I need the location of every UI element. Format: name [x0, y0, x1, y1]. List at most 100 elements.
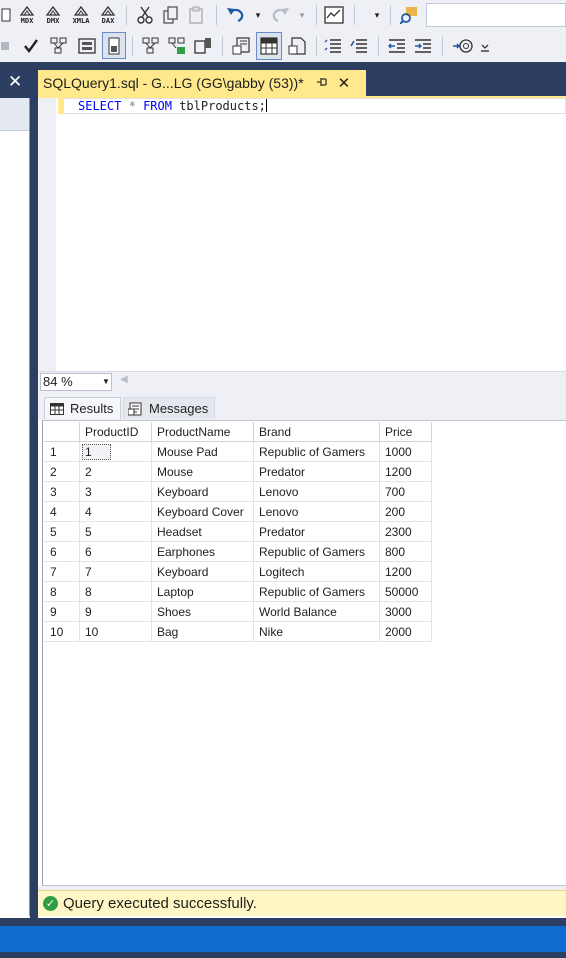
table-row[interactable]: 7 7 Keyboard Logitech 1200	[44, 561, 432, 582]
cell-price[interactable]: 2000	[379, 621, 432, 642]
cell-productname[interactable]: Headset	[151, 521, 254, 542]
row-number-cell[interactable]: 5	[44, 521, 80, 542]
query-editor[interactable]	[38, 98, 566, 371]
cell-productname[interactable]: Earphones	[151, 541, 254, 562]
cell-productname[interactable]: Keyboard	[151, 481, 254, 502]
cell-brand[interactable]: Lenovo	[253, 481, 380, 502]
cell-productid[interactable]: 9	[79, 601, 152, 622]
toolbar-overflow-icon[interactable]	[478, 40, 492, 56]
redo-icon[interactable]	[268, 4, 292, 26]
new-query-icon[interactable]	[0, 5, 12, 25]
code-line-1[interactable]: SELECT * FROM tblProducts;	[78, 98, 267, 114]
cell-brand[interactable]: Republic of Gamers	[253, 441, 380, 462]
pin-tab-icon[interactable]	[316, 76, 328, 91]
column-header-brand[interactable]: Brand	[253, 422, 380, 442]
uncomment-icon[interactable]	[348, 34, 370, 58]
table-row[interactable]: 9 9 Shoes World Balance 3000	[44, 601, 432, 622]
results-to-text-icon[interactable]	[230, 34, 252, 58]
column-header-productid[interactable]: ProductID	[79, 422, 152, 442]
cell-brand[interactable]: Republic of Gamers	[253, 581, 380, 602]
scroll-left-icon[interactable]: ◀	[120, 374, 128, 385]
cell-brand[interactable]: Nike	[253, 621, 380, 642]
row-number-cell[interactable]: 10	[44, 621, 80, 642]
table-row[interactable]: 2 2 Mouse Predator 1200	[44, 461, 432, 482]
cell-price[interactable]: 700	[379, 481, 432, 502]
window-splitter[interactable]	[30, 62, 38, 920]
tab-results[interactable]: Results	[44, 397, 121, 419]
cell-productname[interactable]: Laptop	[151, 581, 254, 602]
row-number-header[interactable]	[44, 422, 80, 442]
search-input[interactable]	[426, 3, 566, 27]
cell-productid[interactable]: 8	[79, 581, 152, 602]
cell-price[interactable]: 200	[379, 501, 432, 522]
table-row[interactable]: 4 4 Keyboard Cover Lenovo 200	[44, 501, 432, 522]
increase-indent-icon[interactable]	[412, 34, 434, 58]
xmla-query-button[interactable]: XMLA	[68, 2, 94, 28]
row-number-cell[interactable]: 7	[44, 561, 80, 582]
cell-productname[interactable]: Mouse	[151, 461, 254, 482]
row-number-cell[interactable]: 2	[44, 461, 80, 482]
results-to-grid-icon[interactable]	[256, 32, 282, 60]
undo-icon[interactable]	[224, 4, 248, 26]
stop-icon[interactable]	[0, 39, 10, 53]
cell-price[interactable]: 1200	[379, 461, 432, 482]
cell-price[interactable]: 1200	[379, 561, 432, 582]
row-number-cell[interactable]: 6	[44, 541, 80, 562]
mdx-query-button[interactable]: MDX	[16, 2, 38, 28]
cell-productid[interactable]: 2	[79, 461, 152, 482]
row-number-cell[interactable]: 9	[44, 601, 80, 622]
cell-productname[interactable]: Mouse Pad	[151, 441, 254, 462]
table-row[interactable]: 3 3 Keyboard Lenovo 700	[44, 481, 432, 502]
specify-template-parameters-icon[interactable]	[450, 34, 474, 58]
results-grid[interactable]: ProductID ProductName Brand Price 1 1 Mous…	[44, 422, 432, 642]
cell-productname[interactable]: Bag	[151, 621, 254, 642]
cell-brand[interactable]: Predator	[253, 521, 380, 542]
cell-price[interactable]: 2300	[379, 521, 432, 542]
cell-productid[interactable]: 6	[79, 541, 152, 562]
comment-out-icon[interactable]	[322, 34, 344, 58]
cell-productid[interactable]: 4	[79, 501, 152, 522]
query-options-icon[interactable]	[76, 34, 98, 58]
undo-dropdown-icon[interactable]: ▾	[252, 8, 264, 22]
live-query-stats-icon[interactable]	[166, 34, 188, 58]
include-actual-plan-icon[interactable]	[140, 34, 162, 58]
activity-monitor-icon[interactable]	[322, 4, 346, 26]
dax-query-button[interactable]: DAX	[96, 2, 120, 28]
tab-sqlquery1[interactable]: SQLQuery1.sql - G...LG (GG\gabby (53))* …	[38, 70, 366, 96]
cell-brand[interactable]: Logitech	[253, 561, 380, 582]
cell-productname[interactable]: Shoes	[151, 601, 254, 622]
row-number-cell[interactable]: 8	[44, 581, 80, 602]
cell-productid[interactable]: 10	[79, 621, 152, 642]
table-row[interactable]: 10 10 Bag Nike 2000	[44, 621, 432, 642]
row-number-cell[interactable]: 4	[44, 501, 80, 522]
column-header-productname[interactable]: ProductName	[151, 422, 254, 442]
cell-price[interactable]: 50000	[379, 581, 432, 602]
parse-check-icon[interactable]	[20, 34, 42, 58]
object-explorer-close-icon[interactable]: ✕	[8, 72, 22, 92]
object-explorer-search-icon[interactable]	[398, 4, 420, 26]
display-estimated-plan-icon[interactable]	[48, 34, 70, 58]
cell-price[interactable]: 800	[379, 541, 432, 562]
cell-brand[interactable]: Republic of Gamers	[253, 541, 380, 562]
table-row[interactable]: 8 8 Laptop Republic of Gamers 50000	[44, 581, 432, 602]
client-statistics-icon[interactable]	[192, 34, 214, 58]
cell-brand[interactable]: Lenovo	[253, 501, 380, 522]
results-to-file-icon[interactable]	[286, 34, 308, 58]
cell-productname[interactable]: Keyboard Cover	[151, 501, 254, 522]
table-row[interactable]: 5 5 Headset Predator 2300	[44, 521, 432, 542]
zoom-dropdown-icon[interactable]: ▼	[102, 373, 110, 391]
row-number-cell[interactable]: 3	[44, 481, 80, 502]
dmx-query-button[interactable]: DMX	[42, 2, 64, 28]
column-header-price[interactable]: Price	[379, 422, 432, 442]
row-number-cell[interactable]: 1	[44, 441, 80, 462]
copy-icon[interactable]	[160, 4, 182, 26]
table-row[interactable]: 1 1 Mouse Pad Republic of Gamers 1000	[44, 441, 432, 462]
redo-dropdown-icon[interactable]: ▾	[296, 8, 308, 22]
paste-icon[interactable]	[186, 4, 208, 26]
cell-productid[interactable]: 7	[79, 561, 152, 582]
cell-brand[interactable]: World Balance	[253, 601, 380, 622]
cell-productname[interactable]: Keyboard	[151, 561, 254, 582]
intellisense-toggle-icon[interactable]	[102, 32, 126, 59]
close-tab-icon[interactable]: ✕	[338, 74, 351, 92]
toolbar-overflow-dropdown[interactable]: ▾	[370, 8, 384, 22]
